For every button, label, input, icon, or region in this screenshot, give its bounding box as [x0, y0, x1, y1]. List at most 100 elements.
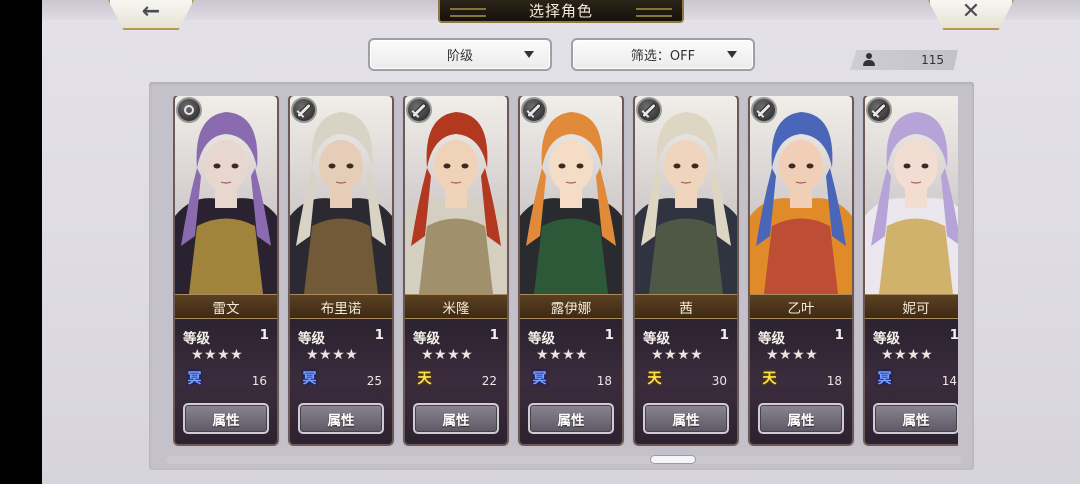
user-icon — [863, 53, 875, 67]
character-name-bar: 妮可 — [865, 294, 958, 319]
level-value: 1 — [489, 327, 499, 343]
character-name: 妮可 — [902, 300, 930, 317]
level-label: 等级 — [873, 331, 900, 347]
weapon-type-icon — [751, 97, 777, 123]
weapon-type-icon — [521, 97, 547, 123]
close-icon: ✕ — [961, 0, 981, 24]
attribute-button[interactable]: 属性 — [643, 403, 729, 434]
character-name: 布里诺 — [320, 300, 362, 317]
title-plate: 选择角色 — [438, 0, 684, 23]
character-portrait-art — [405, 96, 507, 294]
character-card[interactable]: 妮可 等级 1 ★★★★ 冥 14 属性 — [865, 96, 958, 444]
character-portrait-art — [635, 96, 737, 294]
attribute-button[interactable]: 属性 — [873, 403, 958, 434]
weapon-type-icon — [176, 97, 202, 123]
element-icon: 天 — [762, 371, 777, 387]
character-cost: 25 — [366, 374, 382, 388]
roster-count-box: 115 — [850, 50, 958, 70]
character-portrait — [635, 96, 737, 294]
level-label: 等级 — [643, 331, 670, 347]
rarity-stars: ★★★★ — [306, 347, 359, 363]
level-label: 等级 — [298, 331, 325, 347]
back-button[interactable]: ← — [108, 0, 194, 30]
attribute-button-label: 属性 — [902, 412, 930, 429]
level-value: 1 — [604, 327, 614, 343]
character-info: 等级 1 ★★★★ 冥 14 属性 — [865, 319, 958, 444]
level-row: 等级 1 — [873, 327, 958, 347]
level-row: 等级 1 — [758, 327, 844, 347]
character-cost: 14 — [941, 374, 957, 388]
attribute-button-label: 属性 — [787, 412, 815, 429]
character-name: 乙叶 — [787, 300, 815, 317]
level-value: 1 — [949, 327, 958, 343]
rarity-stars: ★★★★ — [881, 347, 934, 363]
attribute-button-label: 属性 — [672, 412, 700, 429]
level-label: 等级 — [413, 331, 440, 347]
roster-count: 115 — [921, 53, 944, 67]
attribute-button[interactable]: 属性 — [413, 403, 499, 434]
character-portrait-art — [520, 96, 622, 294]
rank-sort-label: 阶级 — [446, 49, 473, 64]
character-cost: 22 — [481, 374, 497, 388]
character-card[interactable]: 乙叶 等级 1 ★★★★ 天 18 属性 — [750, 96, 852, 444]
character-portrait — [520, 96, 622, 294]
attribute-button[interactable]: 属性 — [758, 403, 844, 434]
character-info: 等级 1 ★★★★ 天 30 属性 — [635, 319, 737, 444]
attribute-button-label: 属性 — [557, 412, 585, 429]
attribute-button[interactable]: 属性 — [528, 403, 614, 434]
character-portrait — [175, 96, 277, 294]
attribute-button[interactable]: 属性 — [298, 403, 384, 434]
character-info: 等级 1 ★★★★ 冥 25 属性 — [290, 319, 392, 444]
character-name: 雷文 — [212, 300, 240, 317]
level-row: 等级 1 — [298, 327, 384, 347]
rarity-stars: ★★★★ — [421, 347, 474, 363]
weapon-type-icon — [866, 97, 892, 123]
character-portrait-art — [865, 96, 958, 294]
rarity-stars: ★★★★ — [536, 347, 589, 363]
horizontal-scrollbar-thumb[interactable] — [650, 455, 696, 464]
character-card[interactable]: 茜 等级 1 ★★★★ 天 30 属性 — [635, 96, 737, 444]
character-cost: 30 — [711, 374, 727, 388]
character-card[interactable]: 布里诺 等级 1 ★★★★ 冥 25 属性 — [290, 96, 392, 444]
character-portrait — [750, 96, 852, 294]
element-icon: 天 — [647, 371, 662, 387]
element-icon: 天 — [417, 371, 432, 387]
level-value: 1 — [719, 327, 729, 343]
attribute-button-label: 属性 — [212, 412, 240, 429]
character-cost: 18 — [596, 374, 612, 388]
character-card[interactable]: 米隆 等级 1 ★★★★ 天 22 属性 — [405, 96, 507, 444]
character-cost: 16 — [251, 374, 267, 388]
rank-sort-dropdown[interactable]: 阶级 — [368, 38, 552, 71]
level-row: 等级 1 — [643, 327, 729, 347]
filter-label: 筛选：OFF — [630, 49, 696, 64]
character-name-bar: 布里诺 — [290, 294, 392, 319]
character-name-bar: 乙叶 — [750, 294, 852, 319]
filter-dropdown[interactable]: 筛选：OFF — [571, 38, 755, 71]
character-portrait — [405, 96, 507, 294]
level-value: 1 — [834, 327, 844, 343]
level-row: 等级 1 — [183, 327, 269, 347]
character-select-screen: ← 选择角色 ✕ 阶级 筛选：OFF 115 雷文 等级 1 ★★★★ 冥 16… — [42, 0, 1080, 484]
close-button[interactable]: ✕ — [928, 0, 1014, 30]
page-title: 选择角色 — [528, 2, 593, 20]
weapon-type-icon — [291, 97, 317, 123]
character-portrait-art — [175, 96, 277, 294]
character-card[interactable]: 雷文 等级 1 ★★★★ 冥 16 属性 — [175, 96, 277, 444]
back-arrow-icon: ← — [141, 0, 161, 24]
character-name-bar: 雷文 — [175, 294, 277, 319]
horizontal-scrollbar-track[interactable] — [166, 456, 961, 464]
rarity-stars: ★★★★ — [766, 347, 819, 363]
attribute-button-label: 属性 — [327, 412, 355, 429]
chevron-down-icon — [727, 51, 737, 58]
character-name-bar: 茜 — [635, 294, 737, 319]
character-name: 露伊娜 — [550, 300, 592, 317]
character-card-strip[interactable]: 雷文 等级 1 ★★★★ 冥 16 属性 布里诺 等级 1 ★★★★ 冥 25 … — [173, 96, 958, 446]
character-name: 米隆 — [442, 300, 470, 317]
element-icon: 冥 — [302, 371, 317, 387]
attribute-button-label: 属性 — [442, 412, 470, 429]
character-info: 等级 1 ★★★★ 冥 16 属性 — [175, 319, 277, 444]
character-cost: 18 — [826, 374, 842, 388]
character-portrait — [290, 96, 392, 294]
attribute-button[interactable]: 属性 — [183, 403, 269, 434]
character-card[interactable]: 露伊娜 等级 1 ★★★★ 冥 18 属性 — [520, 96, 622, 444]
